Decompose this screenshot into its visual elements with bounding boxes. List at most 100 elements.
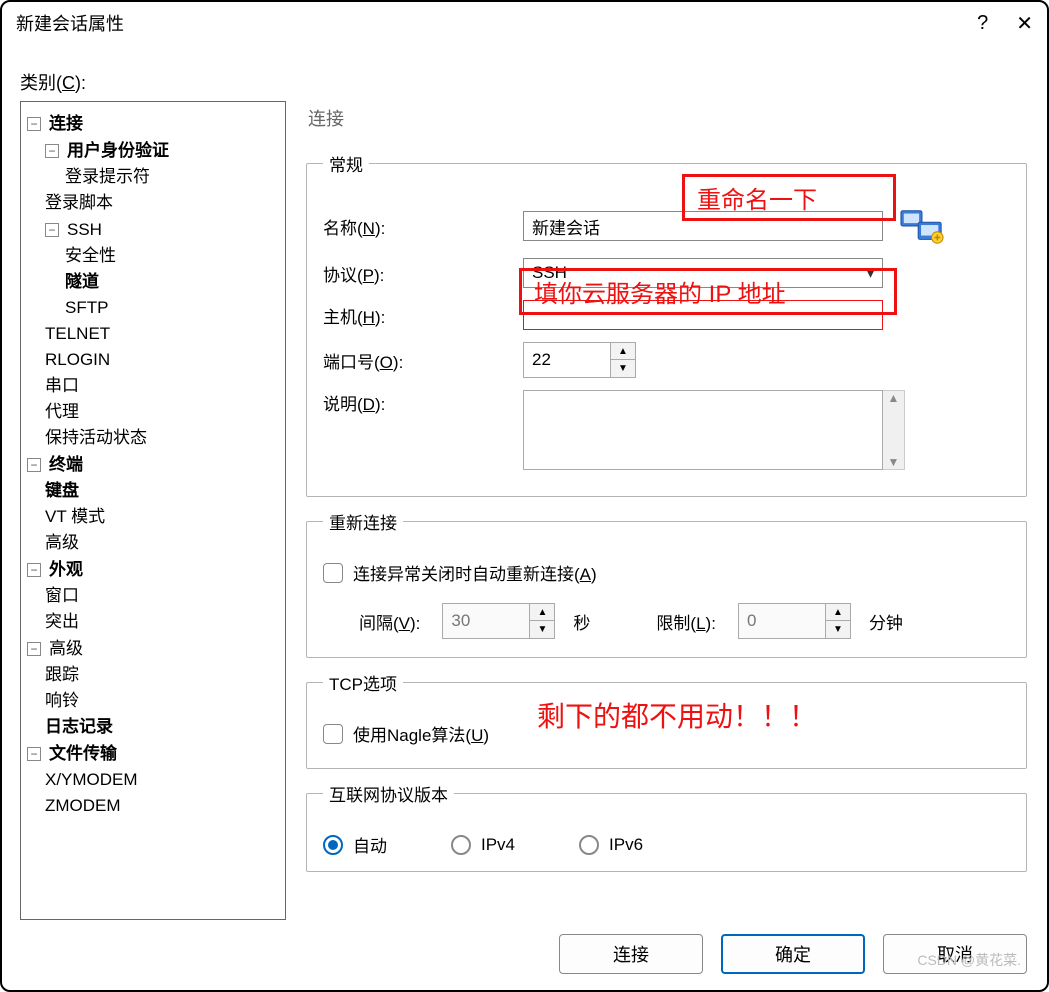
spinner-up-icon[interactable]: ▲ <box>530 604 554 621</box>
dialog-window: 新建会话属性 ? ✕ 类别(C): −连接 −用户身份验证 登录提示符 登录脚本… <box>0 0 1049 992</box>
tree-trace[interactable]: 跟踪 <box>45 665 79 684</box>
ok-button[interactable]: 确定 <box>721 934 865 974</box>
tree-serial[interactable]: 串口 <box>45 376 79 395</box>
watermark: CSDN @黄花菜. <box>917 950 1021 970</box>
help-icon[interactable]: ? <box>977 12 988 35</box>
tree-advanced-term[interactable]: 高级 <box>45 533 79 552</box>
tree-sftp[interactable]: SFTP <box>65 298 108 317</box>
limit-label: 限制(L): <box>656 609 716 634</box>
interval-spinner[interactable]: ▲ ▼ <box>442 603 555 639</box>
category-tree-panel: −连接 −用户身份验证 登录提示符 登录脚本 −SSH 安全性 隧道 SFTP … <box>20 101 286 920</box>
tree-popup[interactable]: 突出 <box>45 612 79 631</box>
name-label: 名称(N): <box>323 214 523 239</box>
protocol-value: SSH <box>532 263 567 283</box>
interval-label: 间隔(V): <box>359 609 420 634</box>
tcp-legend: TCP选项 <box>323 670 403 695</box>
host-input[interactable] <box>523 300 883 330</box>
main-area: −连接 −用户身份验证 登录提示符 登录脚本 −SSH 安全性 隧道 SFTP … <box>20 101 1027 920</box>
radio-auto-label: 自动 <box>353 832 387 857</box>
tree-ssh[interactable]: SSH <box>67 217 102 243</box>
radio-auto[interactable]: 自动 <box>323 832 387 857</box>
limit-spinner[interactable]: ▲ ▼ <box>738 603 851 639</box>
tree-appearance[interactable]: 外观 <box>49 557 83 583</box>
radio-icon <box>451 835 471 855</box>
spinner-down-icon[interactable]: ▼ <box>530 621 554 638</box>
tree-toggle-icon[interactable]: − <box>27 458 41 472</box>
ipver-group: 互联网协议版本 自动 IPv4 IPv6 <box>306 781 1027 872</box>
footer-buttons: 连接 确定 取消 CSDN @黄花菜. <box>20 920 1027 974</box>
tree-toggle-icon[interactable]: − <box>45 223 59 237</box>
scroll-up-icon[interactable]: ▲ <box>888 391 900 405</box>
tree-connection[interactable]: 连接 <box>49 111 83 137</box>
general-group: 常规 名称(N): 重命名一下 <box>306 151 1027 497</box>
tree-toggle-icon[interactable]: − <box>45 144 59 158</box>
protocol-label: 协议(P): <box>323 261 523 286</box>
desc-scrollbar[interactable]: ▲ ▼ <box>883 390 905 470</box>
tree-xymodem[interactable]: X/YMODEM <box>45 770 138 789</box>
tree-window[interactable]: 窗口 <box>45 586 79 605</box>
port-spinner[interactable]: ▲ ▼ <box>523 342 636 378</box>
desc-textarea[interactable] <box>523 390 883 470</box>
tree-keepalive[interactable]: 保持活动状态 <box>45 428 147 447</box>
tree-file-transfer[interactable]: 文件传输 <box>49 741 117 767</box>
radio-ipv4[interactable]: IPv4 <box>451 835 515 855</box>
radio-ipv6[interactable]: IPv6 <box>579 835 643 855</box>
chevron-down-icon: ▾ <box>867 265 874 282</box>
desc-label: 说明(D): <box>323 390 523 415</box>
tree-bell[interactable]: 响铃 <box>45 691 79 710</box>
radio-ipv6-label: IPv6 <box>609 835 643 855</box>
tree-logging[interactable]: 日志记录 <box>45 717 113 736</box>
tree-rlogin[interactable]: RLOGIN <box>45 350 110 369</box>
spinner-up-icon[interactable]: ▲ <box>611 343 635 360</box>
tree-login-prompt[interactable]: 登录提示符 <box>65 167 150 186</box>
port-input[interactable] <box>524 343 610 377</box>
tree-advanced[interactable]: 高级 <box>49 636 83 662</box>
nagle-checkbox[interactable] <box>323 724 343 744</box>
spinner-up-icon[interactable]: ▲ <box>826 604 850 621</box>
host-label: 主机(H): <box>323 303 523 328</box>
ipver-legend: 互联网协议版本 <box>323 781 454 806</box>
interval-unit: 秒 <box>573 609 590 634</box>
tree-zmodem[interactable]: ZMODEM <box>45 796 121 815</box>
tree-telnet[interactable]: TELNET <box>45 324 110 343</box>
category-label: 类别(C): <box>20 69 1027 95</box>
tree-security[interactable]: 安全性 <box>65 246 116 265</box>
general-legend: 常规 <box>323 151 369 176</box>
section-heading: 连接 <box>306 101 1027 139</box>
tree-user-auth[interactable]: 用户身份验证 <box>67 138 169 164</box>
name-input[interactable] <box>523 211 883 241</box>
tree-toggle-icon[interactable]: − <box>27 117 41 131</box>
content-panel: 连接 常规 名称(N): 重命名一下 <box>306 101 1027 920</box>
tree-keyboard[interactable]: 键盘 <box>45 481 79 500</box>
tree-toggle-icon[interactable]: − <box>27 747 41 761</box>
spinner-down-icon[interactable]: ▼ <box>826 621 850 638</box>
computers-icon <box>899 206 945 246</box>
tree-toggle-icon[interactable]: − <box>27 642 41 656</box>
tree-login-script[interactable]: 登录脚本 <box>45 193 113 212</box>
window-title: 新建会话属性 <box>16 10 124 36</box>
limit-unit: 分钟 <box>869 609 903 634</box>
reconnect-legend: 重新连接 <box>323 509 403 534</box>
radio-icon <box>579 835 599 855</box>
spinner-down-icon[interactable]: ▼ <box>611 360 635 377</box>
reconnect-group: 重新连接 连接异常关闭时自动重新连接(A) 间隔(V): ▲ ▼ <box>306 509 1027 658</box>
auto-reconnect-checkbox[interactable] <box>323 563 343 583</box>
scroll-down-icon[interactable]: ▼ <box>888 455 900 469</box>
dialog-body: 类别(C): −连接 −用户身份验证 登录提示符 登录脚本 −SSH 安全性 隧… <box>2 45 1047 990</box>
tcp-group: TCP选项 剩下的都不用动！！！ 使用Nagle算法(U) <box>306 670 1027 769</box>
port-label: 端口号(O): <box>323 348 523 373</box>
interval-input <box>443 604 529 638</box>
tree-vt-mode[interactable]: VT 模式 <box>45 507 105 526</box>
category-tree: −连接 −用户身份验证 登录提示符 登录脚本 −SSH 安全性 隧道 SFTP … <box>27 110 279 819</box>
auto-reconnect-label: 连接异常关闭时自动重新连接(A) <box>353 560 597 585</box>
radio-ipv4-label: IPv4 <box>481 835 515 855</box>
close-icon[interactable]: ✕ <box>1016 11 1033 36</box>
tree-tunnel[interactable]: 隧道 <box>65 272 99 291</box>
tree-proxy[interactable]: 代理 <box>45 402 79 421</box>
limit-input <box>739 604 825 638</box>
radio-icon <box>323 835 343 855</box>
protocol-select[interactable]: SSH ▾ <box>523 258 883 288</box>
tree-terminal[interactable]: 终端 <box>49 452 83 478</box>
tree-toggle-icon[interactable]: − <box>27 563 41 577</box>
connect-button[interactable]: 连接 <box>559 934 703 974</box>
